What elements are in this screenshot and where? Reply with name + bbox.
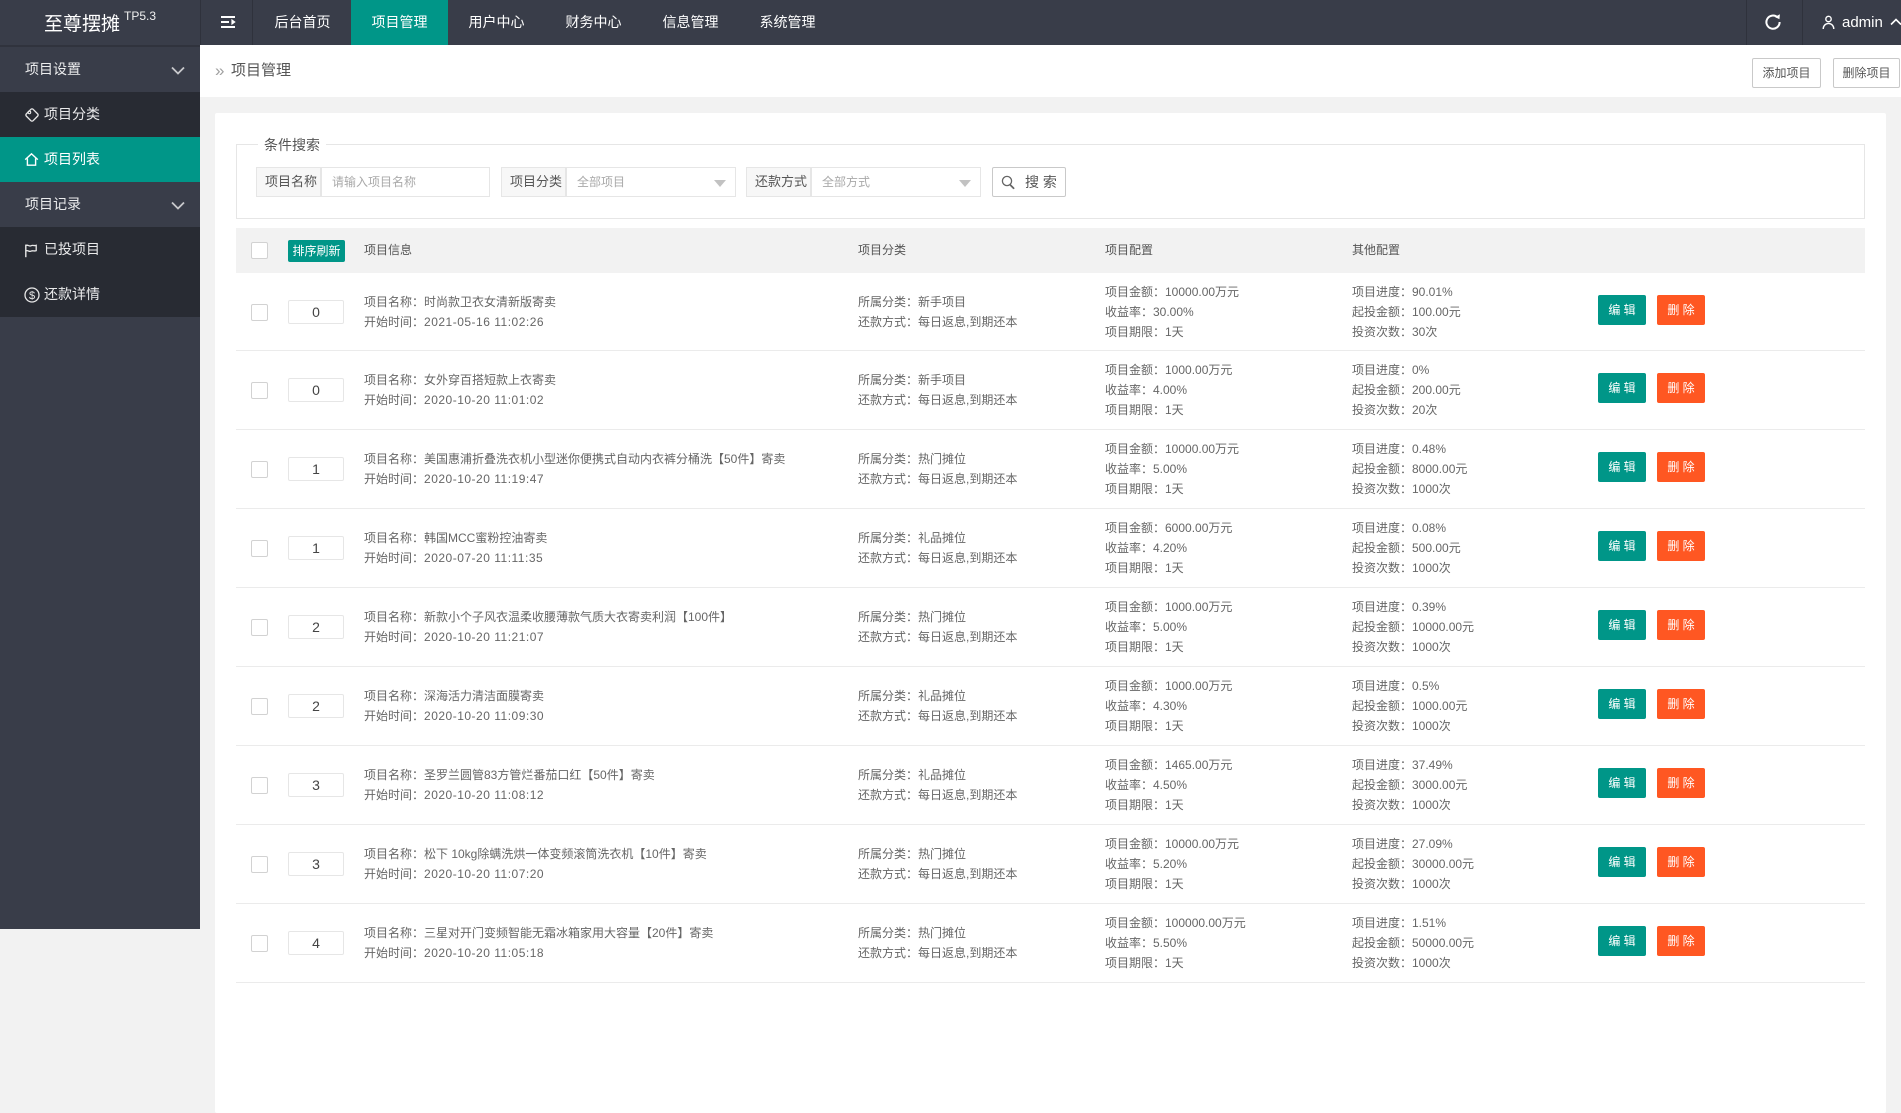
- svg-text:$: $: [29, 290, 35, 302]
